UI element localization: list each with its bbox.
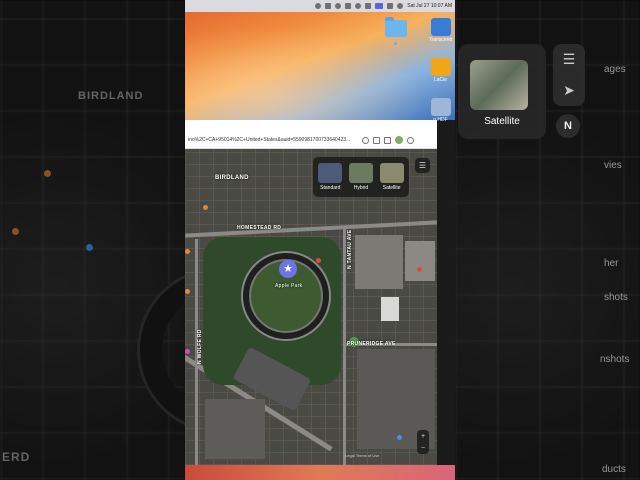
sidebar-icon[interactable] [384, 136, 391, 144]
style-option-label: Standard [320, 185, 341, 191]
menu-clock[interactable]: Sat Jul 27 10:07 AM [407, 3, 452, 9]
layers-icon[interactable]: ☰ [415, 158, 430, 173]
building [355, 235, 403, 289]
building [405, 241, 435, 281]
map-label-homestead: HOMESTEAD RD [237, 225, 282, 231]
status-icon[interactable] [345, 3, 352, 9]
poi-marker[interactable] [185, 249, 190, 254]
parking-lot [205, 399, 265, 459]
status-icon[interactable] [335, 3, 342, 9]
map-style-picker: Standard Hybrid Satellite [313, 157, 409, 197]
side-text: vies [604, 160, 622, 171]
hybrid-thumbnail [348, 163, 373, 183]
tab-bar [185, 120, 437, 132]
menu-bar: Sat Jul 27 10:07 AM [185, 0, 455, 12]
map-label-wolfe: N WOLFE RD [197, 329, 203, 364]
desktop-icon-lacie[interactable]: LaCie [428, 58, 453, 83]
zoom-in-icon[interactable]: + [421, 433, 425, 440]
layers-icon: ☰ [562, 51, 576, 67]
zoom-control[interactable]: + − [417, 430, 429, 454]
folder-tag [394, 42, 397, 45]
wallpaper [185, 12, 455, 120]
style-option-standard[interactable]: Standard [317, 163, 343, 191]
side-text: ducts [602, 464, 626, 475]
avatar[interactable] [395, 136, 403, 144]
map-label-tantau: N TANTAU AVE [347, 229, 353, 269]
folder-icon[interactable] [385, 17, 407, 37]
side-text: nshots [600, 354, 630, 365]
poi-marker[interactable] [203, 205, 208, 210]
zoom-out-icon[interactable]: − [421, 445, 425, 452]
siri-icon[interactable] [397, 3, 404, 9]
map-footer[interactable]: Legal Terms of Use [345, 453, 379, 458]
building [381, 297, 399, 321]
status-icon[interactable] [365, 3, 372, 9]
map-label-pruneridge: PRUNERIDGE AVE [347, 341, 396, 347]
recording-frame: BIRDLAND ERD Satellite ☰ ➤ N ages vies h… [0, 0, 640, 480]
poi-marker[interactable] [397, 435, 402, 440]
style-option-label: Hybrid [353, 185, 369, 191]
control-center-icon[interactable] [387, 3, 394, 9]
satellite-thumbnail [379, 163, 404, 183]
bookmark-icon[interactable] [362, 136, 369, 144]
browser-window: ino%2C+CA+95014%2C+United+States&auid=55… [185, 120, 437, 465]
address-bar-row: ino%2C+CA+95014%2C+United+States&auid=55… [185, 132, 437, 149]
compass-icon: N [556, 114, 580, 138]
desktop-icon-transcend[interactable]: Transcend [428, 18, 453, 43]
blurred-satellite-option: Satellite [458, 44, 546, 139]
style-option-hybrid[interactable]: Hybrid [348, 163, 374, 191]
map-label-birdland: BIRDLAND [215, 175, 249, 181]
desktop-icon-label: LaCie [433, 77, 448, 83]
satellite-map[interactable]: ★ BIRDLAND HOMESTEAD RD Apple Park N TAN… [185, 149, 437, 465]
blurred-background-left: BIRDLAND ERD [0, 0, 185, 480]
wifi-icon[interactable] [355, 3, 362, 9]
desktop-screen: Sat Jul 27 10:07 AM Transcend LaCie o HD… [185, 0, 455, 480]
desktop-icon-label: Transcend [428, 37, 453, 43]
url-field[interactable]: ino%2C+CA+95014%2C+United+States&auid=55… [188, 137, 358, 143]
side-text: shots [604, 292, 628, 303]
screen-record-icon[interactable] [375, 3, 384, 9]
satellite-label: Satellite [484, 116, 520, 127]
status-icon[interactable] [325, 3, 332, 9]
status-icon[interactable] [315, 3, 322, 9]
location-arrow-icon: ➤ [563, 82, 575, 98]
drive-icon [430, 18, 451, 36]
blurred-map-controls: ☰ ➤ [553, 44, 585, 106]
menu-icon[interactable] [407, 136, 414, 144]
side-text: ages [604, 64, 626, 75]
star-icon[interactable]: ★ [279, 260, 297, 278]
map-label-apple-park[interactable]: Apple Park [275, 283, 302, 289]
satellite-thumbnail [470, 60, 528, 110]
poi-marker[interactable] [316, 258, 321, 263]
dim-overlay [0, 0, 185, 480]
road [343, 229, 346, 465]
poi-marker[interactable] [417, 267, 422, 272]
style-option-label: Satellite [382, 185, 401, 191]
side-text: her [604, 258, 619, 269]
drive-icon [430, 58, 451, 76]
wallpaper-bottom [185, 465, 455, 480]
extension-icon[interactable] [373, 136, 380, 144]
poi-marker[interactable] [185, 289, 190, 294]
standard-thumbnail [318, 163, 343, 183]
style-option-satellite[interactable]: Satellite [379, 163, 405, 191]
poi-marker[interactable] [185, 349, 190, 354]
drive-icon [430, 98, 451, 116]
